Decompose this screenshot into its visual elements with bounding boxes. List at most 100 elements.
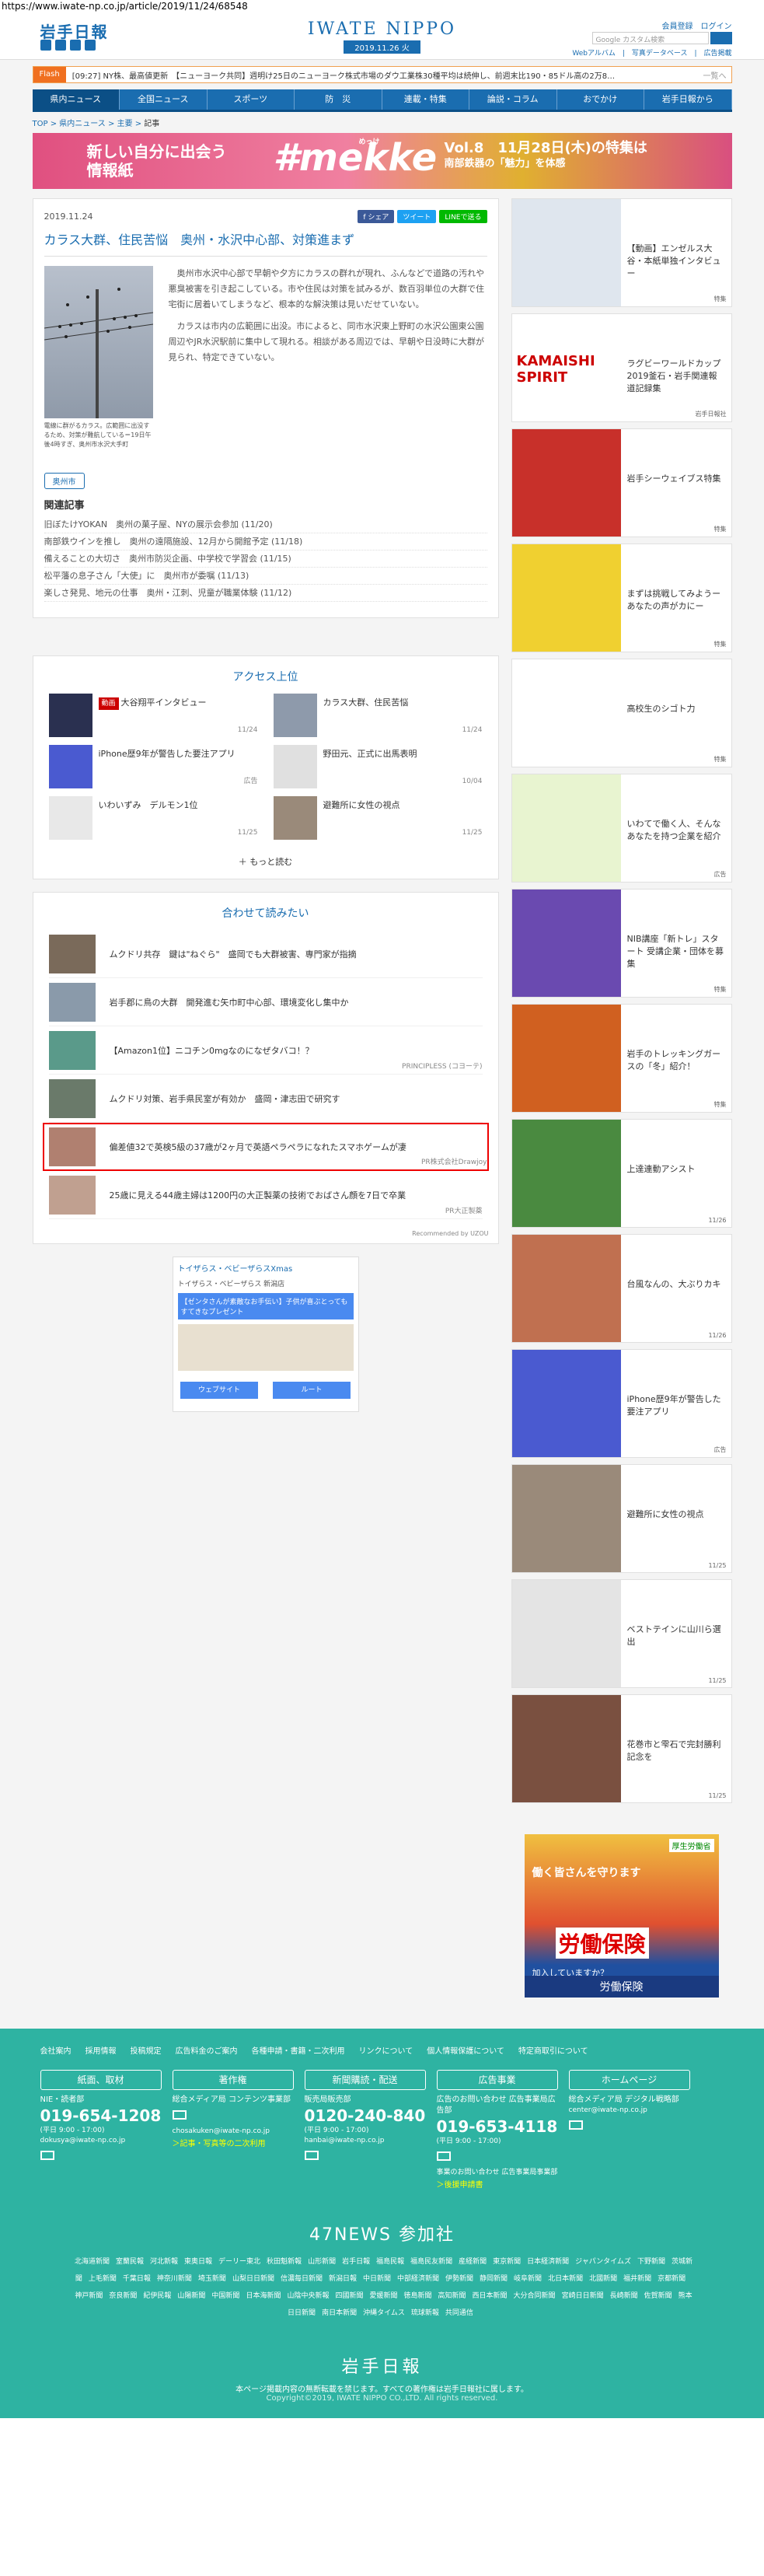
- related-item[interactable]: 備えることの大切さ 奥州市防災企画、中学校で学習会 (11/15): [44, 551, 487, 568]
- labor-insurance-ad[interactable]: 厚生労働省 働く皆さんを守ります 労働保険 加入していますか？ 労働保険: [524, 1834, 719, 1998]
- related-item[interactable]: 南部鉄ウインを推し 奥州の遠隔施設、12月から開館予定 (11/18): [44, 533, 487, 551]
- news47-member-link[interactable]: 東奥日報: [184, 2258, 212, 2266]
- news47-member-link[interactable]: 北海道新聞: [75, 2258, 110, 2266]
- news47-member-link[interactable]: 産経新聞: [459, 2258, 487, 2266]
- mail-icon[interactable]: [304, 2151, 319, 2160]
- news47-member-link[interactable]: 上毛新聞: [89, 2275, 117, 2283]
- news47-member-link[interactable]: 北日本新聞: [548, 2275, 583, 2283]
- recommend-item-highlighted[interactable]: 偏差値32で英検5級の37歳が2ヶ月で英語ペラペラになれたスマホゲームが凄 PR株…: [42, 1123, 489, 1171]
- side-item[interactable]: iPhone歴9年が警告した要注アプリ 広告: [511, 1349, 732, 1458]
- side-item[interactable]: 上達連動アシスト 11/26: [511, 1119, 732, 1228]
- recommend-item[interactable]: ムクドリ対策、岩手県民室が有効か 盛岡・津志田で研究す: [48, 1075, 483, 1123]
- nav-outing[interactable]: おでかけ: [557, 89, 644, 110]
- map-ad[interactable]: トイザらス・ベビーザらスXmas トイザらス・ベビーザらス 新潟店 【ゼンタさん…: [172, 1257, 359, 1412]
- news47-member-link[interactable]: 福島民報: [376, 2258, 404, 2266]
- ad-banner[interactable]: 【ゼンタさんが素敵なお手伝い】子供が喜ぶとってもすてきなプレゼント: [177, 1293, 354, 1319]
- ranking-thumb[interactable]: [273, 694, 317, 737]
- side-item[interactable]: 台風なんの、大ぶりカキ 11/26: [511, 1234, 732, 1343]
- ranking-item[interactable]: 動画 大谷翔平インタビュー 11/24: [48, 694, 258, 737]
- website-button[interactable]: ウェブサイト: [180, 1382, 258, 1399]
- crows-photo[interactable]: [44, 266, 153, 418]
- related-item[interactable]: 旧ぼたけYOKAN 奥州の菓子屋、NYの展示会参加 (11/20): [44, 516, 487, 533]
- ranking-thumb[interactable]: [273, 745, 317, 788]
- ad-title[interactable]: トイザらス・ベビーザらスXmas: [173, 1257, 358, 1278]
- side-item[interactable]: 岩手シーウェイブス特集 特集: [511, 428, 732, 537]
- footer-link[interactable]: 広告料金のご案内: [176, 2044, 238, 2056]
- footer-link[interactable]: 個人情報保護について: [427, 2044, 504, 2056]
- site-logo[interactable]: 岩手日報: [40, 19, 109, 42]
- nav-local[interactable]: 県内ニュース: [32, 89, 120, 110]
- side-item[interactable]: いわてで働く人、そんなあなたを持つ企業を紹介 広告: [511, 774, 732, 883]
- side-item[interactable]: 花巻市と雫石で完封勝利記念を 11/25: [511, 1694, 732, 1803]
- recommend-item[interactable]: 岩手郡に鳥の大群 開発進む矢巾町中心部、環境変化し集中か: [48, 978, 483, 1026]
- ranking-thumb[interactable]: [48, 796, 92, 840]
- news47-member-link[interactable]: 伊勢新聞: [445, 2275, 473, 2283]
- article-photo[interactable]: 電線に群がるカラス。広範囲に出没するため、対策が難航している＝19日午後4時すぎ…: [44, 266, 153, 449]
- news47-member-link[interactable]: 日本海新聞: [246, 2292, 281, 2300]
- secondary-use-link[interactable]: ＞記事・写真等の二次利用: [173, 2137, 294, 2148]
- news47-member-link[interactable]: 中部経済新聞: [397, 2275, 439, 2283]
- footer-logo[interactable]: 岩手日報: [33, 2353, 732, 2378]
- brand-name[interactable]: IWATE NIPPO: [305, 19, 460, 39]
- news47-member-link[interactable]: 岐阜新聞: [514, 2275, 542, 2283]
- news47-member-link[interactable]: 秋田魁新報: [267, 2258, 302, 2266]
- crumb-main[interactable]: 主要: [117, 120, 133, 128]
- flash-text[interactable]: [09:27] NY株、最高値更新 【ニューヨーク共同】週明け25日のニューヨー…: [66, 69, 615, 81]
- news47-member-link[interactable]: 東京新聞: [493, 2258, 521, 2266]
- news47-member-link[interactable]: 紀伊民報: [143, 2292, 171, 2300]
- news47-member-link[interactable]: 佐賀新聞: [644, 2292, 672, 2300]
- map-icon[interactable]: [177, 1324, 354, 1371]
- news47-member-link[interactable]: 徳島新聞: [404, 2292, 432, 2300]
- news47-member-link[interactable]: 琉球新報: [411, 2309, 439, 2317]
- news47-member-link[interactable]: 室蘭民報: [116, 2258, 144, 2266]
- news47-member-link[interactable]: 大分合同新聞: [514, 2292, 556, 2300]
- side-item[interactable]: KAMAISHI SPIRIT ラグビーワールドカップ2019釜石・岩手関連報道記…: [511, 313, 732, 422]
- related-item[interactable]: 松平藩の息子さん「大使」に 奥州市が委嘱 (11/13): [44, 568, 487, 585]
- article-tag[interactable]: 奥州市: [44, 473, 85, 489]
- news47-member-link[interactable]: 神戸新聞: [75, 2292, 103, 2300]
- line-share-button[interactable]: LINEで送る: [439, 210, 487, 223]
- news47-member-link[interactable]: 山陽新聞: [177, 2292, 205, 2300]
- news47-member-link[interactable]: 埼玉新聞: [198, 2275, 226, 2283]
- side-item[interactable]: 高校生のシゴト力 特集: [511, 659, 732, 767]
- news47-member-link[interactable]: 高知新聞: [438, 2292, 466, 2300]
- news47-member-link[interactable]: 静岡新聞: [480, 2275, 508, 2283]
- ranking-item[interactable]: 野田元、正式に出馬表明 10/04: [273, 745, 483, 788]
- mail-icon[interactable]: [40, 2151, 54, 2160]
- nav-national[interactable]: 全国ニュース: [120, 89, 208, 110]
- footer-link[interactable]: 採用情報: [85, 2044, 117, 2056]
- mekke-banner[interactable]: 新しい自分に出会う 情報紙 めっけ #mekke Vol.8 11月28日(木)の特…: [32, 133, 732, 189]
- side-item[interactable]: 【動画】エンゼルス大谷・本紙単独インタビュー 特集: [511, 198, 732, 307]
- mail-icon[interactable]: [436, 2151, 451, 2161]
- news47-member-link[interactable]: 下野新聞: [637, 2258, 665, 2266]
- wifi-icon[interactable]: [48, 745, 92, 788]
- phone-number[interactable]: 019-654-1208: [40, 2106, 162, 2126]
- news47-member-link[interactable]: 千葉日報: [123, 2275, 151, 2283]
- related-item[interactable]: 楽しさ発見、地元の仕事 奥州・江刺、児童が職業体験 (11/12): [44, 585, 487, 602]
- phone-number[interactable]: 019-653-4118: [437, 2116, 558, 2137]
- rss-icon[interactable]: [69, 40, 81, 51]
- news47-member-link[interactable]: 中日新聞: [363, 2275, 391, 2283]
- ranking-thumb[interactable]: [48, 694, 92, 737]
- news47-member-link[interactable]: 愛媛新聞: [369, 2292, 397, 2300]
- facebook-share-button[interactable]: f シェア: [358, 210, 395, 223]
- side-item[interactable]: ベストテインに山川ら選出 11/25: [511, 1579, 732, 1688]
- twitter-icon[interactable]: [40, 40, 51, 51]
- instagram-icon[interactable]: [84, 40, 96, 51]
- footer-link[interactable]: 各種申請・書籍・二次利用: [252, 2044, 345, 2056]
- tweet-button[interactable]: ツイート: [397, 210, 437, 223]
- crumb-local[interactable]: 県内ニュース: [59, 120, 106, 128]
- facebook-icon[interactable]: [54, 40, 66, 51]
- nav-disaster[interactable]: 防 災: [295, 89, 382, 110]
- news47-member-link[interactable]: 山形新聞: [308, 2258, 336, 2266]
- news47-member-link[interactable]: 山陰中央新報: [287, 2292, 329, 2300]
- news47-member-link[interactable]: 共同通信: [445, 2309, 473, 2317]
- news47-member-link[interactable]: 宮崎日日新聞: [562, 2292, 604, 2300]
- search-button[interactable]: [710, 32, 732, 44]
- side-item[interactable]: 岩手のトレッキングガースの「冬」紹介！ 特集: [511, 1004, 732, 1113]
- news47-member-link[interactable]: 南日本新聞: [322, 2309, 357, 2317]
- news47-member-link[interactable]: 日本経済新聞: [527, 2258, 569, 2266]
- search-input[interactable]: Google カスタム検索: [591, 32, 709, 44]
- side-item[interactable]: NIB講座「新トレ」スタート 受講企業・団体を募集 特集: [511, 889, 732, 998]
- news47-member-link[interactable]: 岩手日報: [342, 2258, 370, 2266]
